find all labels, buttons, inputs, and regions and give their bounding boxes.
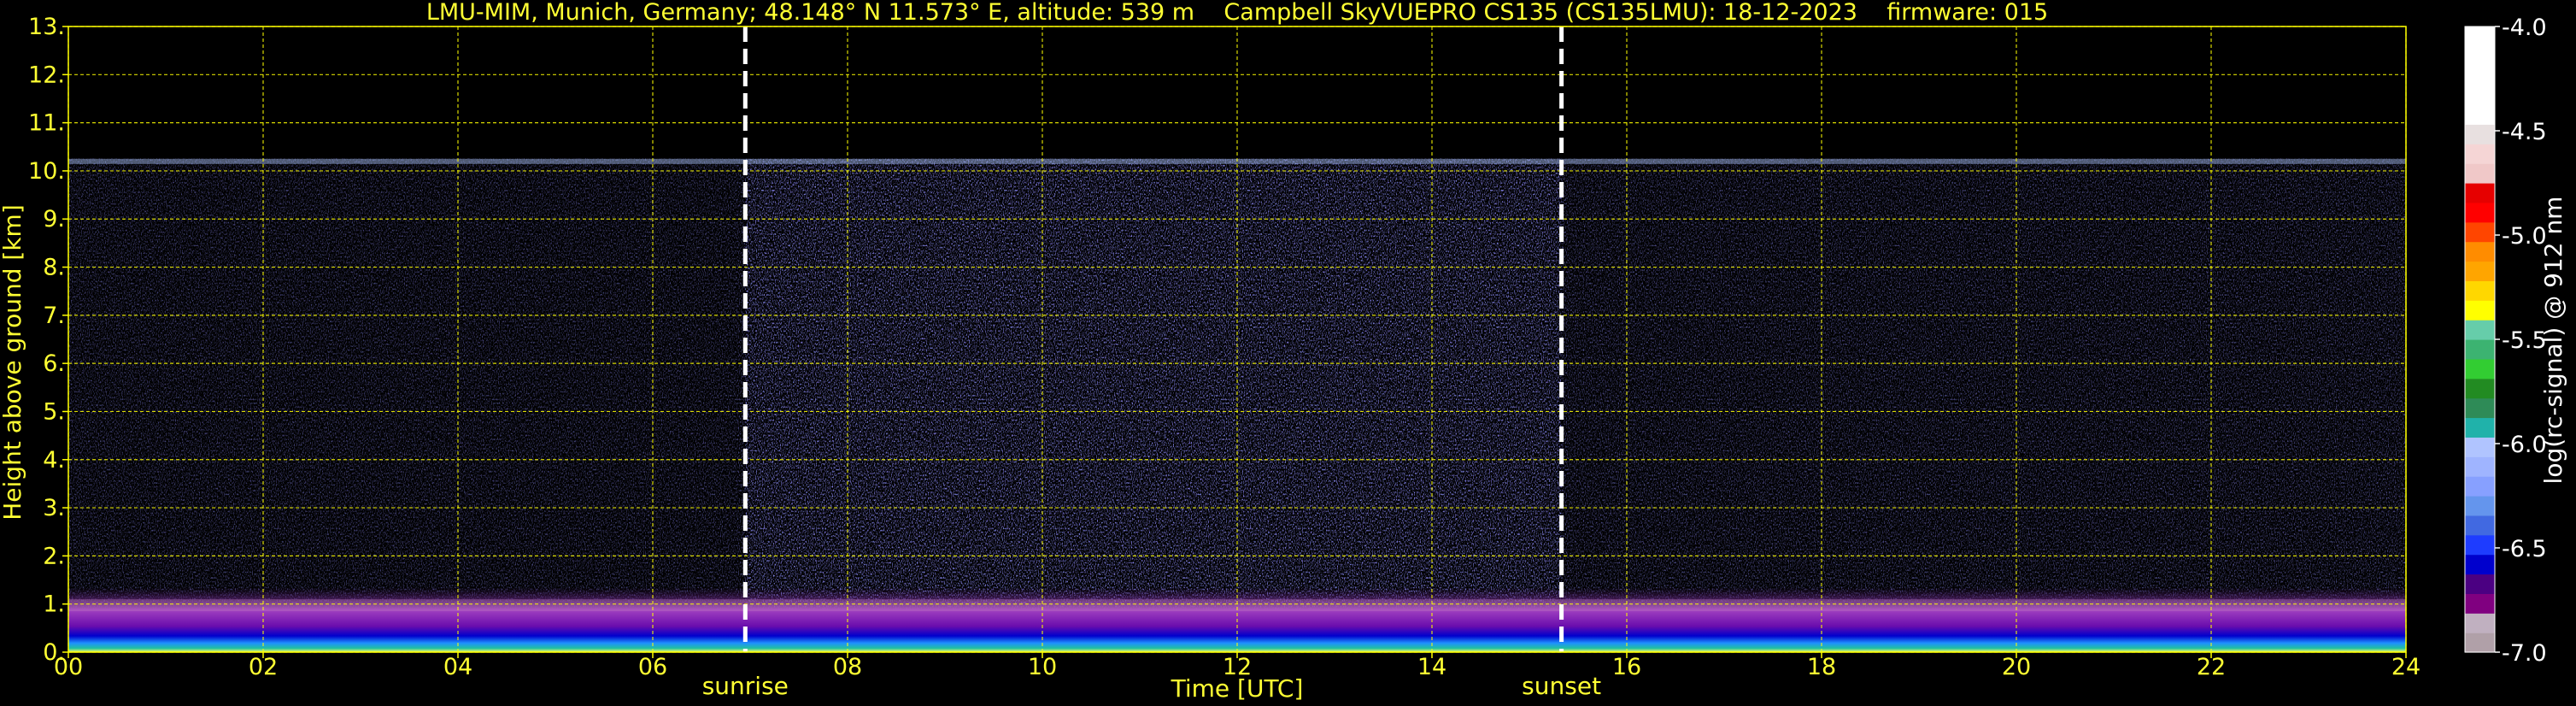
colorbar-segment — [2465, 437, 2495, 457]
colorbar-label: log(rc-signal) @ 912 nm — [2539, 197, 2567, 485]
colorbar-segment — [2465, 397, 2495, 419]
y-tick-label: 10. — [28, 158, 65, 185]
y-tick-label: 1. — [43, 591, 65, 618]
colorbar-segment — [2465, 632, 2495, 653]
colorbar-segment — [2465, 104, 2495, 125]
x-tick-label: 20 — [2002, 654, 2031, 680]
colorbar-segment — [2465, 593, 2495, 614]
x-tick-label: 06 — [638, 654, 667, 680]
colorbar-segment — [2465, 574, 2495, 594]
colorbar-tick-label: -4.5 — [2502, 119, 2547, 145]
colorbar-segment — [2465, 417, 2495, 438]
y-tick-label: 5. — [43, 398, 65, 425]
colorbar-segment — [2465, 515, 2495, 536]
y-tick-label: 0. — [43, 639, 65, 666]
colorbar-segment — [2465, 496, 2495, 516]
y-tick-label: 4. — [43, 447, 65, 474]
ceilometer-chart: sunrise sunset 00 02 04 06 08 10 12 14 16 18 20 22 24… — [0, 0, 2576, 706]
y-tick-label: 11. — [28, 110, 65, 137]
colorbar-segment — [2465, 476, 2495, 497]
colorbar-segment — [2465, 202, 2495, 223]
x-tick-label: 08 — [833, 654, 862, 680]
x-tick-label: 18 — [1807, 654, 1836, 680]
x-tick-label: 22 — [2197, 654, 2226, 680]
x-axis-label: Time [UTC] — [1171, 674, 1304, 703]
night-dim-evening — [1561, 158, 2406, 652]
colorbar-segment — [2465, 320, 2495, 340]
colorbar-tick-label: -6.5 — [2502, 536, 2547, 562]
colorbar-segment — [2465, 45, 2495, 67]
colorbar-segment — [2465, 85, 2495, 106]
x-tick-label: 04 — [443, 654, 472, 680]
x-tick-label: 16 — [1612, 654, 1641, 680]
x-tick-label: 14 — [1417, 654, 1446, 680]
y-tick-label: 2. — [43, 543, 65, 569]
x-tick-label: 10 — [1028, 654, 1057, 680]
colorbar-segment — [2465, 183, 2495, 203]
colorbar-segment — [2465, 378, 2495, 399]
y-tick-label: 6. — [43, 350, 65, 377]
colorbar-segment — [2465, 358, 2495, 379]
y-tick-label: 8. — [43, 255, 65, 281]
colorbar-segment — [2465, 300, 2495, 321]
colorbar-segment — [2465, 163, 2495, 184]
colorbar-segment — [2465, 124, 2495, 144]
colorbar-segment — [2465, 554, 2495, 575]
chart-title: LMU-MIM, Munich, Germany; 48.148° N 11.5… — [426, 0, 2048, 26]
colorbar-segment — [2465, 241, 2495, 262]
colorbar-segment — [2465, 456, 2495, 477]
event-label-sunset: sunset — [1522, 672, 1601, 700]
x-tick-label: 24 — [2391, 654, 2421, 680]
night-dim-morning — [68, 158, 746, 652]
event-label-sunrise: sunrise — [702, 672, 789, 700]
colorbar-tick-label: -4.0 — [2502, 15, 2547, 41]
y-tick-label: 3. — [43, 495, 65, 521]
colorbar-segment — [2465, 26, 2495, 47]
y-tick-label: 12. — [28, 62, 65, 88]
y-tick-label: 7. — [43, 303, 65, 329]
colorbar-segment — [2465, 339, 2495, 360]
colorbar-segment — [2465, 534, 2495, 556]
colorbar-tick-label: -7.0 — [2502, 640, 2547, 667]
y-tick-label: 13. — [28, 14, 65, 40]
y-axis-label: Height above ground [km] — [0, 204, 26, 521]
colorbar-segment — [2465, 221, 2495, 243]
colorbar-segment — [2465, 280, 2495, 301]
colorbar-segment — [2465, 261, 2495, 281]
y-tick-label: 9. — [43, 206, 65, 232]
x-tick-label: 02 — [249, 654, 278, 680]
colorbar-segment — [2465, 65, 2495, 86]
colorbar-segment — [2465, 613, 2495, 633]
colorbar-segment — [2465, 144, 2495, 164]
